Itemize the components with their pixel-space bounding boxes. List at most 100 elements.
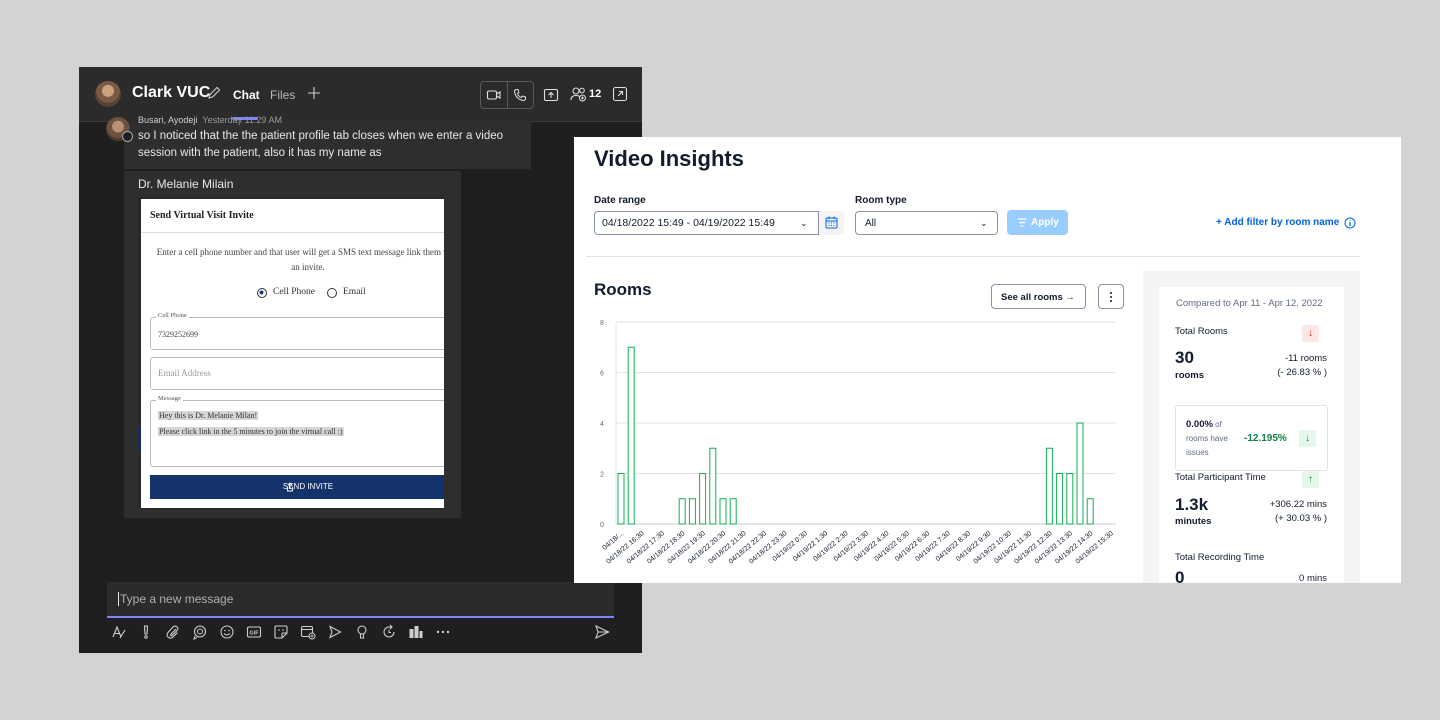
info-icon[interactable] [1344, 217, 1356, 229]
share-icon [287, 482, 293, 492]
bar [1086, 498, 1094, 525]
loop-refresh-icon[interactable] [381, 624, 397, 640]
cell-phone-legend: Cell Phone [156, 312, 189, 319]
pop-out-icon[interactable] [612, 86, 628, 102]
video-insights-panel: Video Insights Date range 04/18/2022 15:… [574, 137, 1401, 583]
call-button-group [480, 81, 534, 109]
bar [699, 473, 707, 525]
message-text: so I noticed that the the patient profil… [138, 130, 504, 159]
cell-phone-radio-label: Cell Phone [273, 287, 315, 297]
bar [678, 498, 686, 525]
issues-text: 0.00% of rooms have issues [1186, 418, 1246, 460]
date-range-value: 04/18/2022 15:49 - 04/19/2022 15:49 [602, 217, 775, 229]
chat-header: Clark VUC Chat Files 12 [79, 67, 642, 122]
y-tick-label: 6 [600, 371, 604, 378]
apply-label: Apply [1031, 217, 1059, 228]
y-tick-label: 4 [600, 421, 604, 428]
presence-status-icon [122, 131, 133, 142]
audio-call-icon[interactable] [513, 88, 527, 102]
more-options-icon[interactable] [435, 624, 451, 640]
gif-icon[interactable]: GIF [246, 624, 262, 640]
important-icon[interactable] [138, 624, 154, 640]
y-tick-label: 2 [600, 472, 604, 479]
room-type-select[interactable]: All ⌄ [855, 211, 998, 235]
sticker-icon[interactable] [273, 624, 289, 640]
attach-icon[interactable] [165, 624, 181, 640]
issues-delta: -12.195% [1244, 433, 1287, 444]
invite-title: Send Virtual Visit Invite [150, 210, 254, 221]
chevron-down-icon[interactable]: ⌄ [800, 218, 808, 229]
arrow-up-icon: ↑ [1302, 471, 1319, 488]
page-title: Video Insights [594, 146, 744, 171]
rooms-title: Rooms [594, 280, 652, 299]
participants-icon[interactable] [570, 86, 588, 102]
bar [719, 498, 727, 525]
cell-phone-radio[interactable] [257, 288, 267, 298]
bar [1045, 447, 1053, 525]
participant-time-label: Total Participant Time [1175, 472, 1266, 483]
see-all-rooms-button[interactable]: See all rooms → [991, 284, 1086, 309]
compose-placeholder: Type a new message [120, 592, 234, 606]
message-sender: Dr. Melanie Milain [138, 177, 234, 191]
approvals-icon[interactable] [408, 624, 424, 640]
y-tick-label: 0 [600, 522, 604, 529]
calendar-button[interactable] [818, 211, 844, 235]
email-placeholder: Email Address [158, 368, 211, 378]
send-icon[interactable] [594, 624, 610, 640]
format-icon[interactable] [111, 624, 127, 640]
y-tick-label: 8 [600, 320, 604, 327]
participant-time-delta: +306.22 mins [1269, 499, 1327, 510]
bar [688, 498, 696, 525]
date-range-input[interactable]: 04/18/2022 15:49 - 04/19/2022 15:49 ⌄ [594, 211, 844, 235]
room-type-label: Room type [855, 195, 907, 206]
schedule-meeting-icon[interactable] [300, 624, 316, 640]
email-radio[interactable] [327, 288, 337, 298]
invite-description: Enter a cell phone number and that user … [156, 247, 444, 272]
date-range-label: Date range [594, 195, 646, 206]
recording-time-delta: 0 mins [1299, 573, 1327, 583]
bar [1076, 422, 1084, 525]
arrow-down-icon: ↓ [1299, 430, 1316, 447]
participant-time-value: 1.3k [1175, 495, 1209, 514]
comparison-period: Compared to Apr 11 - Apr 12, 2022 [1176, 298, 1323, 309]
total-rooms-delta: -11 rooms [1284, 353, 1327, 364]
divider [141, 232, 444, 233]
chat-title: Clark VUC [132, 84, 211, 101]
send-invite-label: SEND INVITE [282, 482, 334, 491]
divider [586, 256, 1360, 257]
apply-button[interactable]: Apply [1007, 210, 1068, 235]
recording-time-value: 0 [1175, 568, 1185, 583]
emoji-icon[interactable] [219, 624, 235, 640]
bar [1056, 473, 1064, 525]
message-time: Yesterday 11:29 AM [202, 115, 282, 125]
more-options-button[interactable] [1098, 284, 1124, 309]
bar [709, 447, 717, 525]
email-radio-label: Email [343, 287, 366, 297]
stream-icon[interactable] [327, 624, 343, 640]
message-line: Please click link in the 5 minutes to jo… [158, 427, 344, 436]
bar [617, 473, 625, 525]
participants-count[interactable]: 12 [589, 88, 601, 100]
video-call-icon[interactable] [486, 88, 502, 102]
group-avatar[interactable] [95, 81, 121, 107]
svg-text:GIF: GIF [249, 631, 259, 637]
bar [729, 498, 737, 525]
total-rooms-unit: rooms [1175, 370, 1205, 381]
message-meta: Busari, Ayodeji Yesterday 11:29 AM [138, 115, 282, 125]
issues-summary: 0.00% of rooms have issues -12.195% ↓ [1175, 405, 1328, 471]
praise-icon[interactable] [354, 624, 370, 640]
add-tab-icon[interactable] [306, 85, 322, 101]
x-tick-label: 04/19/22 15:30 [1075, 530, 1115, 565]
pencil-icon[interactable] [206, 85, 222, 101]
message-legend: Message [156, 395, 183, 402]
send-invite-button[interactable]: SEND INVITE [150, 475, 444, 499]
tab-files[interactable]: Files [270, 88, 295, 102]
room-type-value: All [865, 218, 877, 229]
add-filter-link[interactable]: + Add filter by room name [1216, 217, 1339, 228]
virtual-visit-invite-card: Send Virtual Visit Invite Enter a cell p… [141, 199, 444, 508]
tab-chat[interactable]: Chat [233, 88, 260, 102]
share-screen-icon[interactable] [543, 87, 559, 103]
rooms-bar-chart: 0246804/18/...04/18/22 16:3004/18/22 17:… [600, 320, 1116, 566]
loop-icon[interactable] [192, 624, 208, 640]
total-rooms-label: Total Rooms [1175, 326, 1228, 337]
